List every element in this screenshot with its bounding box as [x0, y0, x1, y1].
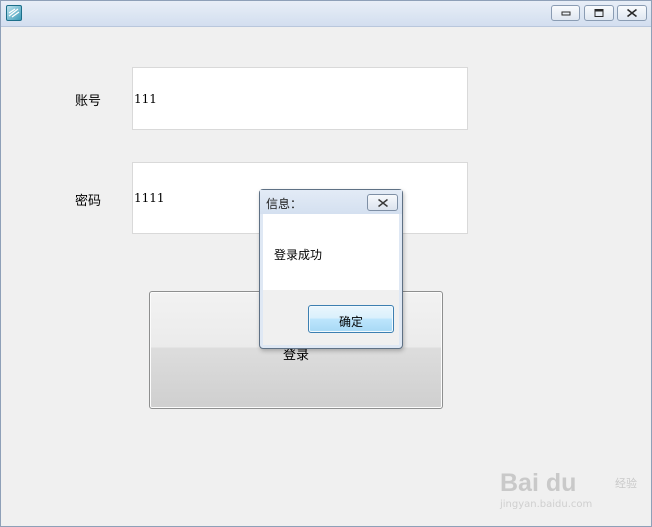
close-button[interactable] [617, 5, 647, 21]
maximize-icon [594, 9, 604, 17]
dialog-message: 登录成功 [274, 248, 323, 262]
account-input-value: 111 [134, 92, 157, 106]
baidu-watermark: Bai du 经验 jingyan.baidu.com [500, 461, 637, 513]
minimize-button[interactable] [551, 5, 580, 21]
dialog-titlebar[interactable]: 信息： [260, 190, 402, 214]
dialog-close-button[interactable] [367, 194, 398, 211]
watermark-brand: Bai du [500, 469, 577, 497]
account-label: 账号 [75, 94, 102, 109]
dialog-title: 信息： [266, 197, 303, 211]
close-icon [627, 8, 637, 18]
password-label: 密码 [75, 194, 102, 209]
password-input-value: 1111 [134, 191, 165, 205]
main-window: 账号 111 密码 1111 登录 信息： 登录成功 确定 Bai du 经验 [0, 0, 652, 527]
watermark-url: jingyan.baidu.com [500, 499, 593, 510]
ok-button[interactable]: 确定 [308, 305, 394, 333]
account-input[interactable]: 111 [132, 67, 468, 130]
window-titlebar[interactable] [1, 1, 651, 27]
message-dialog: 信息： 登录成功 确定 [259, 189, 403, 349]
app-icon[interactable] [6, 5, 22, 21]
watermark-sub: 经验 [615, 477, 637, 490]
maximize-button[interactable] [584, 5, 614, 21]
dialog-footer: 确定 [263, 290, 399, 345]
close-icon [377, 198, 388, 207]
minimize-icon [561, 11, 570, 16]
dialog-body: 登录成功 [263, 214, 399, 290]
ok-button-label: 确定 [338, 315, 363, 329]
